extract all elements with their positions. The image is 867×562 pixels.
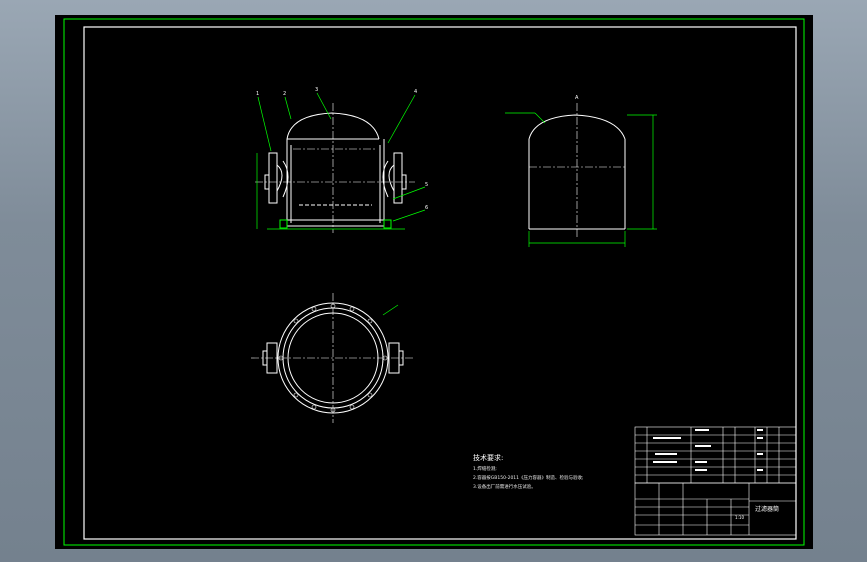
notes-title: 技术要求: (473, 453, 503, 462)
drawing-name: 过滤器筒 (755, 505, 779, 513)
callout-4: 4 (414, 89, 417, 95)
side-view-dimensions (505, 112, 657, 247)
callout-1: 1 (256, 91, 259, 97)
cad-drawing-viewport[interactable]: 1 2 3 4 5 6 A 技术要求: 1.焊缝检测; 2.容器按GB150-2… (55, 15, 813, 549)
callout-6: 6 (425, 205, 428, 211)
top-view-leader (382, 304, 399, 316)
inner-frame (83, 26, 797, 540)
engineering-drawing: 1 2 3 4 5 6 A 技术要求: 1.焊缝检测; 2.容器按GB150-2… (63, 18, 805, 546)
front-section-view (264, 112, 407, 229)
callout-3: 3 (315, 87, 318, 93)
side-view-label: A (575, 95, 579, 101)
note-1: 1.焊缝检测; (473, 465, 497, 472)
technical-notes: 技术要求: 1.焊缝检测; 2.容器按GB150-2011《压力容器》制造、检验… (473, 453, 584, 490)
note-2: 2.容器按GB150-2011《压力容器》制造、检验与验收; (473, 474, 584, 481)
drawing-scale: 1:10 (735, 515, 744, 520)
note-3: 3.设备出厂前需进行水压试验。 (473, 483, 536, 490)
callout-2: 2 (283, 91, 286, 97)
callout-5: 5 (425, 182, 428, 188)
outer-frame (63, 18, 805, 546)
